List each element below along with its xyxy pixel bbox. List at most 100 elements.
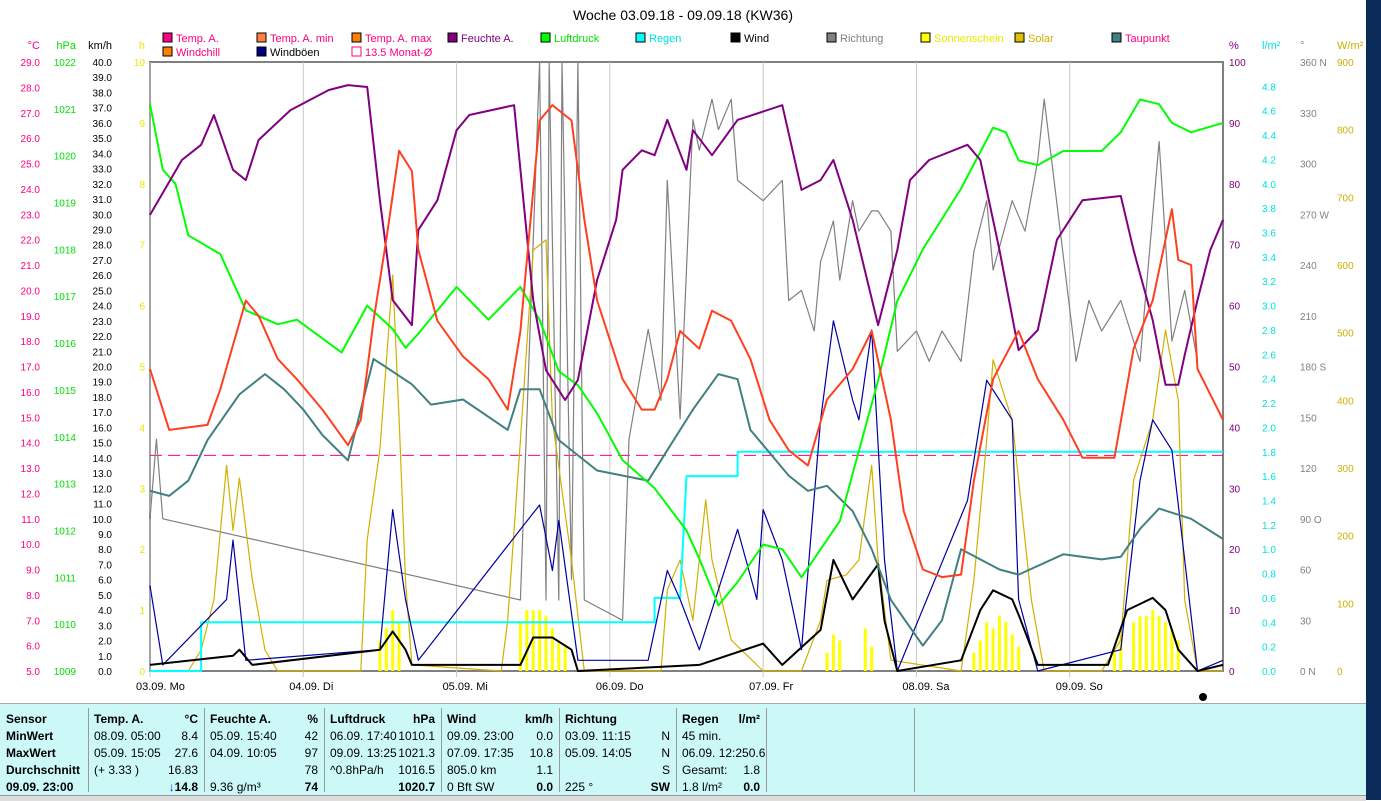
y-tick-label-temp: 18.0 (21, 337, 41, 348)
axis-unit-rain: l/m² (1262, 40, 1281, 52)
y-tick-label-temp: 28.0 (21, 83, 41, 94)
x-tick-label: 04.09. Di (289, 681, 333, 693)
y-tick-label-wind: 27.0 (93, 256, 113, 267)
axis-unit-direction: ° (1300, 40, 1304, 52)
y-tick-label-wind: 31.0 (93, 195, 113, 206)
avg-value: 16.83 (167, 763, 198, 777)
max-time: 07.09. 17:35 (447, 746, 514, 760)
y-tick-label-direction: 30 (1300, 616, 1312, 627)
y-tick-label-sun: 7 (139, 241, 145, 252)
unit: % (307, 712, 318, 726)
x-tick-label: 09.09. So (1056, 681, 1103, 693)
sunshine-bar (397, 622, 401, 671)
sunshine-bar (538, 610, 542, 671)
y-tick-label-rain: 3.6 (1262, 229, 1276, 240)
col-wind: Wind km/h 09.09. 23:00 0.0 07.09. 17:35 10.… (441, 708, 560, 794)
max-time: 05.09. 15:05 (94, 746, 161, 760)
legend-swatch (826, 32, 837, 43)
col-header: Wind (447, 712, 477, 726)
y-tick-label-temp: 21.0 (21, 261, 41, 272)
y-tick-label-temp: 6.0 (26, 642, 40, 653)
y-tick-label-temp: 8.0 (26, 591, 40, 602)
max-time: 06.09. 12:25 (682, 746, 749, 760)
y-tick-label-wind: 21.0 (93, 347, 113, 358)
y-tick-label-wind: 3.0 (98, 621, 112, 632)
y-tick-label-direction: 60 (1300, 566, 1312, 577)
col-pressure: Luftdruck hPa 06.09. 17:40 1010.1 09.09. 1… (324, 708, 442, 794)
y-tick-label-rain: 1.4 (1262, 496, 1276, 507)
sunshine-bar (1151, 610, 1155, 671)
avg-value: 1016.5 (398, 763, 435, 777)
unit: l/m² (738, 712, 760, 726)
y-tick-label-direction: 360 N (1300, 58, 1327, 69)
y-tick-label-pressure: 1013 (54, 480, 77, 491)
y-tick-label-pressure: 1020 (54, 152, 77, 163)
min-time: 09.09. 23:00 (447, 729, 514, 743)
legend-label: Wind (744, 33, 769, 45)
col-header: Feuchte A. (210, 712, 271, 726)
col-humidity: Feuchte A.% 05.09. 15:40 42 04.09. 10:05 9… (204, 708, 325, 794)
sunshine-bar (384, 628, 388, 671)
y-tick-label-temp: 27.0 (21, 109, 41, 120)
y-tick-label-sun: 8 (139, 180, 145, 191)
y-tick-label-wind: 36.0 (93, 119, 113, 130)
row-label: Sensor (6, 712, 47, 726)
min-value: 1010.1 (398, 729, 435, 743)
y-tick-label-humidity: 20 (1229, 545, 1241, 556)
y-tick-label-wind: 14.0 (93, 454, 113, 465)
y-tick-label-humidity: 10 (1229, 606, 1241, 617)
axis-unit-sun: h (139, 40, 145, 52)
total-label: Gesamt: (682, 763, 728, 777)
y-tick-label-temp: 29.0 (21, 58, 41, 69)
y-tick-label-wind: 0.0 (98, 667, 112, 678)
distance: 805.0 km (447, 763, 497, 777)
y-tick-label-direction: 180 S (1300, 363, 1326, 374)
y-tick-label-direction: 210 (1300, 312, 1317, 323)
col-empty (766, 708, 915, 792)
legend-label: Temp. A. min (270, 33, 334, 45)
unit: hPa (412, 712, 435, 726)
y-tick-label-rain: 2.6 (1262, 350, 1276, 361)
y-tick-label-temp: 23.0 (21, 210, 41, 221)
sunshine-bar (831, 634, 835, 671)
y-tick-label-solar: 0 (1337, 667, 1343, 678)
y-tick-label-wind: 20.0 (93, 363, 113, 374)
max-time: 09.09. 13:25 (330, 746, 397, 760)
y-tick-label-wind: 25.0 (93, 286, 113, 297)
y-tick-label-sun: 4 (139, 423, 145, 434)
sunshine-bar (991, 628, 995, 671)
y-tick-label-rain: 3.8 (1262, 204, 1276, 215)
y-tick-label-rain: 0.6 (1262, 594, 1276, 605)
y-tick-label-direction: 300 (1300, 160, 1317, 171)
min-time: 08.09. 05:00 (94, 729, 161, 743)
chart-title: Woche 03.09.18 - 09.09.18 (KW36) (573, 7, 793, 23)
legend-label: Luftdruck (554, 33, 600, 45)
legend-label: Feuchte A. (461, 33, 514, 45)
y-tick-label-wind: 38.0 (93, 88, 113, 99)
y-tick-label-sun: 9 (139, 119, 145, 130)
trend: ^0.8hPa/h (330, 763, 384, 777)
y-tick-label-pressure: 1012 (54, 526, 77, 537)
y-tick-label-wind: 40.0 (93, 58, 113, 69)
legend-swatch-outline (351, 46, 362, 57)
legend-swatch (730, 32, 741, 43)
legend-swatch (920, 32, 931, 43)
axis-unit-humidity: % (1229, 40, 1239, 52)
y-tick-label-rain: 2.8 (1262, 326, 1276, 337)
stats-table: Sensor MinWert MaxWert Durchschnitt 09.0… (0, 703, 1366, 796)
sunshine-bar (870, 646, 874, 671)
y-tick-label-wind: 34.0 (93, 149, 113, 160)
y-tick-label-direction: 270 W (1300, 210, 1329, 221)
window-edge (1366, 0, 1381, 800)
y-tick-label-wind: 18.0 (93, 393, 113, 404)
beaufort: 0 Bft SW (447, 780, 495, 794)
legend-swatch (540, 32, 551, 43)
y-tick-label-sun: 0 (139, 667, 145, 678)
y-tick-label-solar: 800 (1337, 126, 1354, 137)
sunshine-bar (544, 616, 548, 671)
rain-total: 1.8 l/m² (682, 780, 723, 794)
y-tick-label-wind: 2.0 (98, 637, 112, 648)
y-tick-label-temp: 14.0 (21, 439, 41, 450)
y-tick-label-humidity: 40 (1229, 423, 1241, 434)
legend-swatch (1014, 32, 1025, 43)
